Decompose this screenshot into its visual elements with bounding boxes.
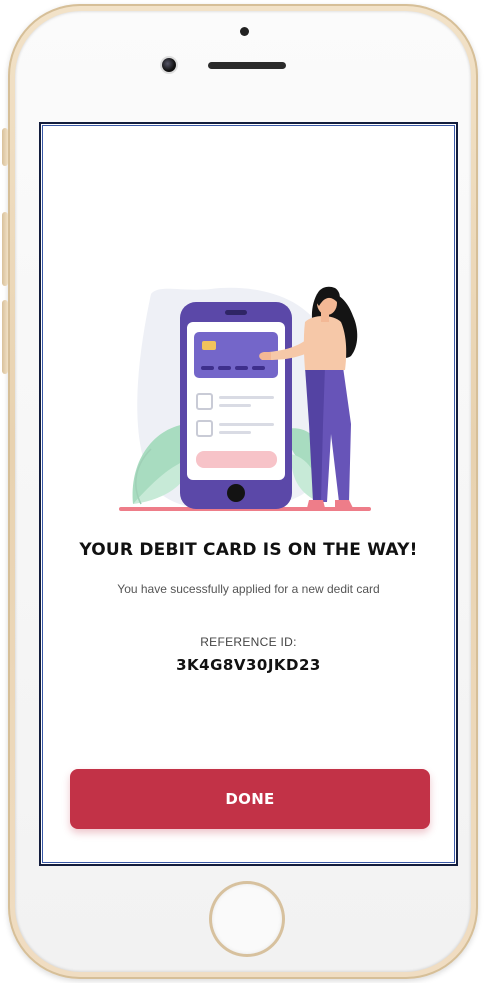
done-button[interactable]: DONE [70,769,430,829]
confirmation-headline: YOUR DEBIT CARD IS ON THE WAY! [79,540,418,560]
card-number-block [201,366,214,370]
phone-mute-switch [2,128,8,166]
text-line [219,396,274,399]
phone-volume-up [2,212,8,286]
illustration-phone-button [196,451,277,468]
card-number-block [218,366,231,370]
illustration-home-button [227,484,245,502]
earpiece-speaker [208,62,286,69]
card-number-block [235,366,248,370]
proximity-sensor [240,27,249,36]
text-line [219,423,274,426]
debit-card-illustration [119,286,371,511]
phone-home-button[interactable] [212,884,282,954]
app-screen: YOUR DEBIT CARD IS ON THE WAY! You have … [39,122,458,866]
text-line [219,431,251,434]
phone-volume-down [2,300,8,374]
reference-id-label: REFERENCE ID: [200,635,297,649]
front-camera [162,58,176,72]
card-number-block [252,366,265,370]
confirmation-subline: You have sucessfully applied for a new d… [117,582,380,596]
illustration-phone-speaker [225,310,247,315]
reference-id-value: 3K4G8V30JKD23 [176,656,321,674]
card-chip-icon [202,341,216,350]
text-line [219,404,251,407]
